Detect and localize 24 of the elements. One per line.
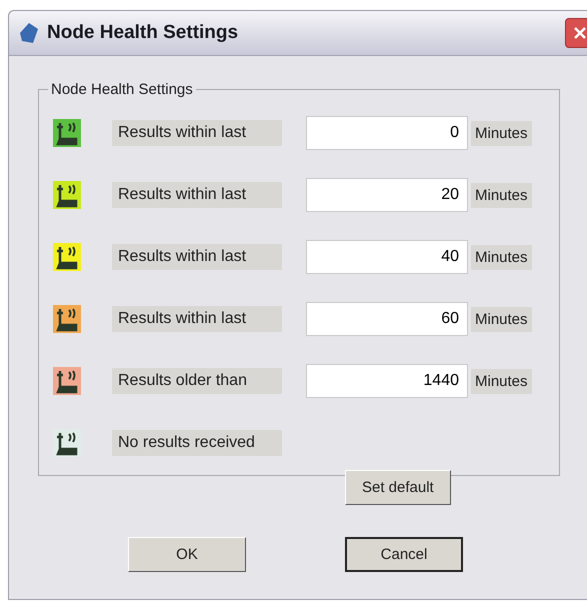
unit-label: Minutes bbox=[471, 182, 532, 208]
row-label: Results within last bbox=[112, 182, 282, 208]
minutes-field[interactable]: 0 bbox=[306, 116, 468, 150]
unit-label: Minutes bbox=[471, 120, 532, 146]
group-title: Node Health Settings bbox=[50, 81, 194, 98]
minutes-field[interactable]: 1440 bbox=[306, 364, 468, 398]
set-default-button[interactable]: Set default bbox=[345, 470, 451, 505]
row-label: Results within last bbox=[112, 306, 282, 332]
dialog-button[interactable]: Cancel bbox=[345, 537, 463, 572]
app-icon bbox=[17, 21, 41, 45]
minutes-field[interactable]: 60 bbox=[306, 302, 468, 336]
row-label: Results within last bbox=[112, 120, 282, 146]
unit-label: Minutes bbox=[471, 244, 532, 270]
row-label: No results received bbox=[112, 430, 282, 456]
minutes-field[interactable]: 20 bbox=[306, 178, 468, 212]
window-title: Node Health Settings bbox=[47, 22, 238, 44]
unit-label: Minutes bbox=[471, 306, 532, 332]
close-button[interactable] bbox=[565, 18, 587, 48]
dialog-button[interactable]: OK bbox=[128, 537, 246, 572]
unit-label: Minutes bbox=[471, 368, 532, 394]
close-icon bbox=[572, 25, 587, 41]
minutes-field[interactable]: 40 bbox=[306, 240, 468, 274]
row-label: Results older than bbox=[112, 368, 282, 394]
row-label: Results within last bbox=[112, 244, 282, 270]
